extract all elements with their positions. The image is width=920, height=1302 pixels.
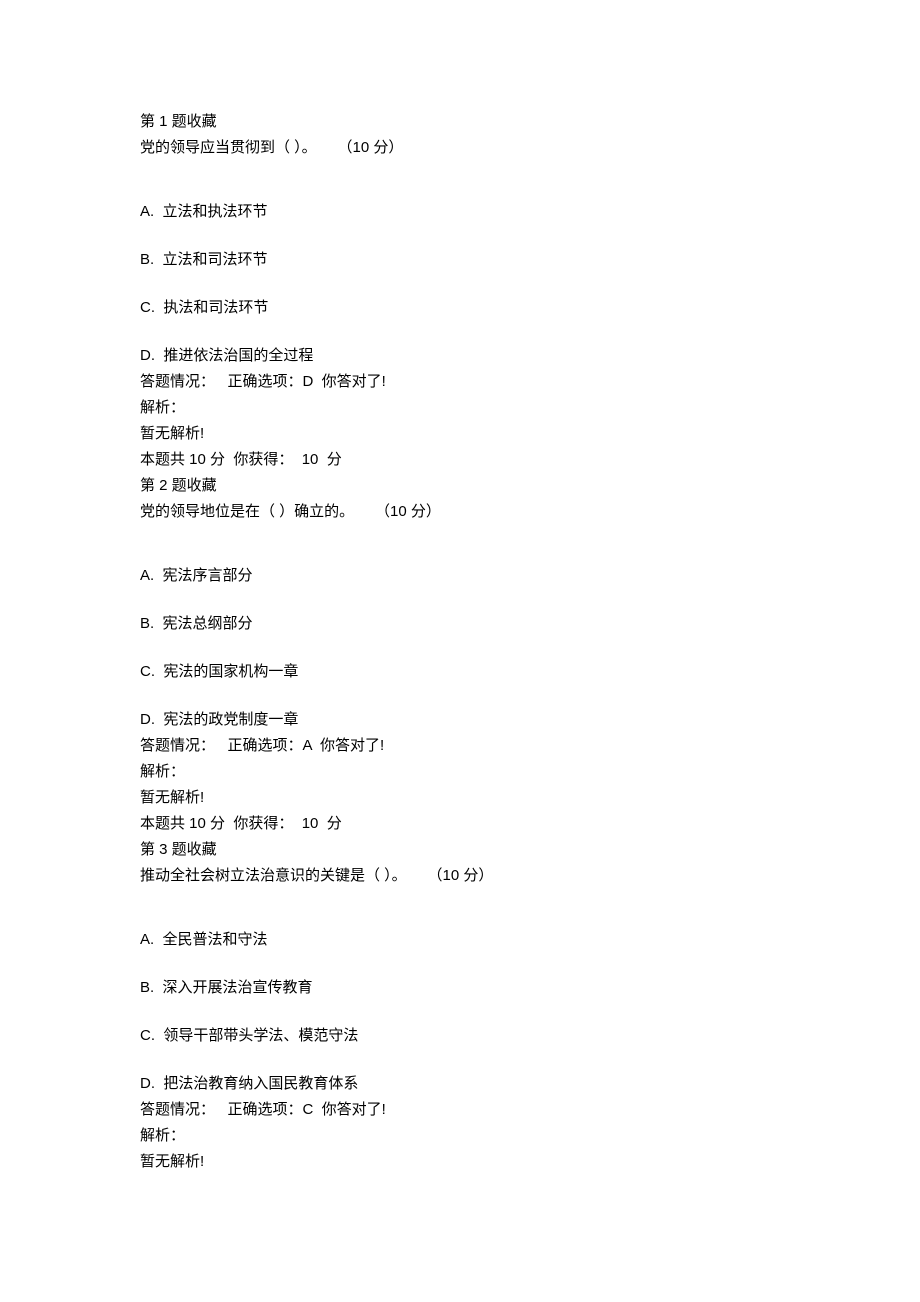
question-option: C. 执法和司法环节 (140, 296, 780, 320)
question-option: C. 领导干部带头学法、模范守法 (140, 1024, 780, 1048)
page-container: 第 1 题收藏 党的领导应当贯彻到（ ）。 （10 分） A. 立法和执法环节 … (0, 0, 920, 1302)
question-option: C. 宪法的国家机构一章 (140, 660, 780, 684)
explanation-label: 解析： (140, 1124, 780, 1148)
answer-result: 答题情况： 正确选项：D 你答对了! (140, 370, 780, 394)
question-stem: 推动全社会树立法治意识的关键是（ ）。 （10 分） (140, 864, 780, 888)
explanation-none: 暂无解析! (140, 422, 780, 446)
question-header: 第 1 题收藏 (140, 110, 780, 134)
question-option: A. 宪法序言部分 (140, 564, 780, 588)
explanation-label: 解析： (140, 396, 780, 420)
question-option: D. 宪法的政党制度一章 (140, 708, 780, 732)
answer-result: 答题情况： 正确选项：A 你答对了! (140, 734, 780, 758)
score-line: 本题共 10 分 你获得： 10 分 (140, 448, 780, 472)
score-line: 本题共 10 分 你获得： 10 分 (140, 812, 780, 836)
answer-result: 答题情况： 正确选项：C 你答对了! (140, 1098, 780, 1122)
question-option: B. 深入开展法治宣传教育 (140, 976, 780, 1000)
question-header: 第 3 题收藏 (140, 838, 780, 862)
question-option: A. 全民普法和守法 (140, 928, 780, 952)
question-header: 第 2 题收藏 (140, 474, 780, 498)
question-stem: 党的领导地位是在（ ）确立的。 （10 分） (140, 500, 780, 524)
question-option: A. 立法和执法环节 (140, 200, 780, 224)
question-option: D. 推进依法治国的全过程 (140, 344, 780, 368)
explanation-label: 解析： (140, 760, 780, 784)
question-option: B. 立法和司法环节 (140, 248, 780, 272)
explanation-none: 暂无解析! (140, 1150, 780, 1174)
question-stem: 党的领导应当贯彻到（ ）。 （10 分） (140, 136, 780, 160)
question-option: B. 宪法总纲部分 (140, 612, 780, 636)
question-option: D. 把法治教育纳入国民教育体系 (140, 1072, 780, 1096)
explanation-none: 暂无解析! (140, 786, 780, 810)
